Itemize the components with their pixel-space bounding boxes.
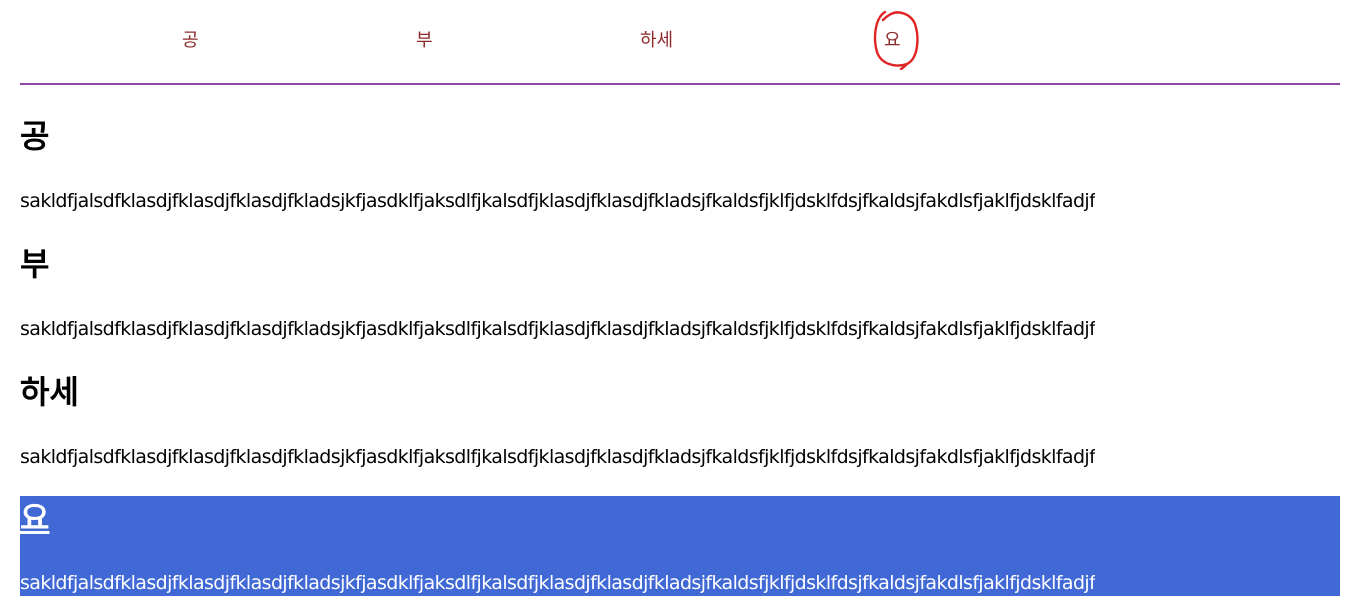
section-bu: 부 sakldfjalsdfklasdjfklasdjfklasdjfklads… (20, 244, 1340, 340)
section-text: sakldfjalsdfklasdjfklasdjfklasdjfkladsjk… (20, 190, 1096, 212)
section-gong: 공 sakldfjalsdfklasdjfklasdjfklasdjfklads… (20, 116, 1340, 212)
section-hase: 하세 sakldfjalsdfklasdjfklasdjfklasdjfklad… (20, 372, 1340, 468)
page: 공 부 하세 요 공 sakldfjalsdfklasdjfklasdjfkla… (0, 0, 1357, 607)
nav-link-hase[interactable]: 하세 (640, 29, 673, 53)
nav-link-yo[interactable]: 요 (884, 29, 901, 53)
section-text: sakldfjalsdfklasdjfklasdjfklasdjfkladsjk… (20, 446, 1096, 468)
nav-link-bu[interactable]: 부 (416, 29, 433, 53)
section-heading: 하세 (20, 373, 79, 411)
section-text: sakldfjalsdfklasdjfklasdjfklasdjfkladsjk… (20, 572, 1096, 594)
section-heading: 부 (20, 245, 50, 283)
top-nav: 공 부 하세 요 (20, 0, 1340, 85)
section-text: sakldfjalsdfklasdjfklasdjfklasdjfkladsjk… (20, 318, 1096, 340)
nav-link-gong[interactable]: 공 (182, 29, 199, 53)
section-heading: 요 (20, 499, 50, 537)
section-heading: 공 (20, 117, 50, 155)
section-yo-highlighted: 요 sakldfjalsdfklasdjfklasdjfklasdjfklads… (20, 496, 1340, 596)
